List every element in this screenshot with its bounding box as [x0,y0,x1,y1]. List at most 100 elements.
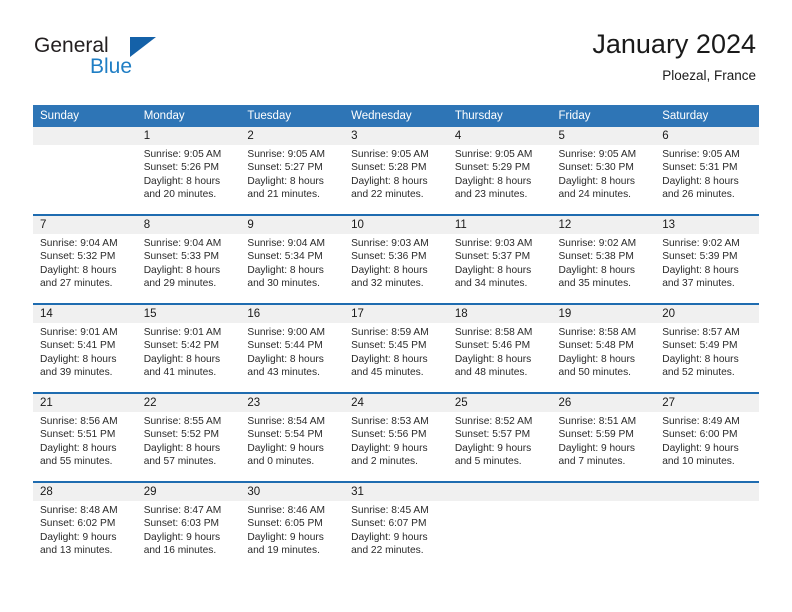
day-detail-line: and 48 minutes. [454,367,528,379]
day-detail-line: Daylight: 8 hours [558,175,635,187]
day-number-15[interactable]: 15 [136,305,241,323]
day-number-10[interactable]: 10 [344,216,448,234]
day-details-14: Sunrise: 9:01 AM Sunset: 5:41 PM Daylight:… [33,323,137,392]
day-detail-line: and 37 minutes. [662,278,735,290]
day-number-7[interactable]: 7 [33,216,137,234]
day-detail-line: Sunrise: 9:05 AM [454,149,533,160]
day-detail-line: and 22 minutes. [351,545,424,557]
day-number-empty [447,483,552,501]
day-detail-line: Sunrise: 8:56 AM [40,416,118,427]
day-detail-line: Sunrise: 9:01 AM [143,327,222,338]
day-detail-line: Sunrise: 8:58 AM [558,327,637,338]
day-number-2[interactable]: 2 [240,127,345,145]
day-detail-line: Sunrise: 8:46 AM [247,505,325,516]
day-detail-line: Sunset: 6:05 PM [247,518,323,530]
day-number-14[interactable]: 14 [33,305,137,323]
day-detail-line: Daylight: 8 hours [40,442,117,454]
day-detail-line: Sunrise: 9:04 AM [247,238,325,249]
day-detail-line: and 57 minutes. [143,456,217,468]
day-number-12[interactable]: 12 [551,216,656,234]
day-detail-line: and 5 minutes. [454,456,522,468]
day-number-4[interactable]: 4 [447,127,552,145]
title-block: January 2024 Ploezal, France [592,28,756,85]
day-detail-line: Daylight: 9 hours [558,442,635,454]
day-detail-line: Daylight: 8 hours [558,353,635,365]
day-details-28: Sunrise: 8:48 AM Sunset: 6:02 PM Daylight:… [33,501,137,570]
day-detail-line: Daylight: 8 hours [662,175,739,187]
day-detail-line: Sunset: 6:02 PM [40,518,116,530]
day-number-3[interactable]: 3 [344,127,448,145]
day-detail-line: Daylight: 9 hours [247,442,324,454]
day-details-empty [33,145,137,214]
day-details-17: Sunrise: 8:59 AM Sunset: 5:45 PM Daylight:… [344,323,448,392]
day-detail-line: and 50 minutes. [558,367,632,379]
day-number-27[interactable]: 27 [655,394,759,412]
day-number-26[interactable]: 26 [551,394,656,412]
day-detail-line: Sunset: 5:45 PM [351,340,427,352]
day-details-3: Sunrise: 9:05 AM Sunset: 5:28 PM Daylight:… [344,145,448,214]
day-number-23[interactable]: 23 [240,394,345,412]
day-detail-line: and 29 minutes. [143,278,217,290]
day-number-28[interactable]: 28 [33,483,137,501]
week-dayinfo-row: Sunrise: 8:48 AM Sunset: 6:02 PM Daylight:… [33,501,759,570]
day-number-1[interactable]: 1 [136,127,241,145]
weekday-header-thursday: Thursday [447,105,552,127]
triangle-icon [130,37,156,57]
day-number-16[interactable]: 16 [240,305,345,323]
week-daynumber-row: 123456 [33,127,759,145]
day-detail-line: Daylight: 8 hours [40,264,117,276]
day-detail-line: Sunset: 5:30 PM [558,162,634,174]
day-detail-line: Sunrise: 8:58 AM [454,327,533,338]
day-details-6: Sunrise: 9:05 AM Sunset: 5:31 PM Daylight:… [655,145,759,214]
day-details-23: Sunrise: 8:54 AM Sunset: 5:54 PM Daylight:… [240,412,345,481]
day-number-21[interactable]: 21 [33,394,137,412]
day-number-8[interactable]: 8 [136,216,241,234]
day-detail-line: Daylight: 8 hours [143,175,221,187]
day-details-30: Sunrise: 8:46 AM Sunset: 6:05 PM Daylight:… [240,501,345,570]
day-detail-line: Daylight: 9 hours [454,442,532,454]
day-detail-line: Sunrise: 9:03 AM [351,238,429,249]
day-number-11[interactable]: 11 [447,216,552,234]
day-number-24[interactable]: 24 [344,394,448,412]
generalblue-logo[interactable]: General Blue [34,34,234,84]
day-detail-line: Daylight: 9 hours [351,442,428,454]
day-number-17[interactable]: 17 [344,305,448,323]
day-detail-line: Daylight: 9 hours [40,531,117,543]
day-number-13[interactable]: 13 [655,216,759,234]
day-number-29[interactable]: 29 [136,483,241,501]
day-detail-line: Daylight: 8 hours [247,353,324,365]
day-number-31[interactable]: 31 [344,483,448,501]
day-details-25: Sunrise: 8:52 AM Sunset: 5:57 PM Daylight:… [447,412,552,481]
day-detail-line: Sunset: 5:36 PM [351,251,427,263]
day-number-5[interactable]: 5 [551,127,656,145]
day-number-22[interactable]: 22 [136,394,241,412]
day-detail-line: and 26 minutes. [662,189,735,201]
day-detail-line: Daylight: 8 hours [558,264,635,276]
day-detail-line: and 22 minutes. [351,189,424,201]
day-detail-line: Daylight: 8 hours [40,353,117,365]
day-detail-line: and 21 minutes. [247,189,320,201]
day-number-30[interactable]: 30 [240,483,345,501]
day-detail-line: Sunset: 5:37 PM [454,251,531,263]
day-number-19[interactable]: 19 [551,305,656,323]
day-detail-line: and 19 minutes. [247,545,320,557]
day-detail-line: and 10 minutes. [662,456,735,468]
day-number-25[interactable]: 25 [447,394,552,412]
day-details-12: Sunrise: 9:02 AM Sunset: 5:38 PM Daylight:… [551,234,656,303]
day-number-9[interactable]: 9 [240,216,345,234]
day-detail-line: and 39 minutes. [40,367,113,379]
day-detail-line: Sunset: 5:51 PM [40,429,116,441]
day-number-18[interactable]: 18 [447,305,552,323]
day-number-6[interactable]: 6 [655,127,759,145]
day-detail-line: Sunrise: 8:59 AM [351,327,429,338]
day-detail-line: and 23 minutes. [454,189,528,201]
day-detail-line: Daylight: 8 hours [454,175,532,187]
day-details-20: Sunrise: 8:57 AM Sunset: 5:49 PM Daylight:… [655,323,759,392]
week-dayinfo-row: Sunrise: 9:04 AM Sunset: 5:32 PM Daylight:… [33,234,759,303]
day-details-18: Sunrise: 8:58 AM Sunset: 5:46 PM Daylight:… [447,323,552,392]
day-details-24: Sunrise: 8:53 AM Sunset: 5:56 PM Daylight:… [344,412,448,481]
day-number-20[interactable]: 20 [655,305,759,323]
day-detail-line: Sunrise: 9:05 AM [558,149,637,160]
day-detail-line: Sunrise: 9:01 AM [40,327,118,338]
week-daynumber-row: 14 15 16 17 18 19 20 [33,305,759,323]
